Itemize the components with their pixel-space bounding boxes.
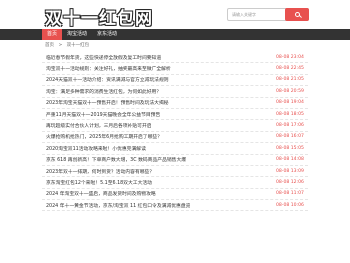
article-list: 临近春节假年货，这些快递停全放假及复工时间要知道 08-08 23:04 淘宝双十…	[42, 52, 308, 212]
article-date: 08-08 13:09	[275, 168, 304, 174]
list-item[interactable]: 淘宝双十一活动规则：关注好礼，抽奖最高来至微广全解析 08-08 22:45	[42, 63, 308, 75]
article-date: 08-08 15:05	[275, 145, 304, 151]
list-item[interactable]: 2024 年十一黄金节活动，京东/淘宝双 11 红包口令及满减优惠盘览 08-08…	[42, 200, 308, 212]
breadcrumb-current[interactable]: 双十一红包	[67, 43, 90, 48]
article-date: 08-08 20:59	[275, 88, 304, 94]
list-item[interactable]: 京东 618 再创新高！下单商户数大增，3C 数码商品产品销售大爆 08-08 1…	[42, 155, 308, 166]
list-item[interactable]: 再玩超级实付合伙人计划，三月后各项补贴可开启 08-08 17:06	[42, 120, 308, 132]
article-date: 08-08 23:04	[275, 54, 304, 60]
article-title[interactable]: 京东淘宝红包12个来啦！5.1至6.18双大工大活动	[46, 179, 152, 186]
article-date: 08-08 14:08	[275, 157, 304, 163]
article-date: 08-08 22:45	[275, 66, 304, 72]
list-item[interactable]: 淘宝：满足多种需求的消费生活红包，为何如此好用？ 08-08 20:59	[42, 86, 308, 98]
list-item[interactable]: 京东淘宝红包12个来啦！5.1至6.18双大工大活动 08-08 12:06	[42, 177, 308, 189]
article-title[interactable]: 2023年淘宝天猫双十一预售开启！预售时间及玩法大揭秘	[46, 99, 169, 106]
article-date: 08-08 11:07	[275, 191, 304, 197]
article-title[interactable]: 再玩超级实付合伙人计划，三月后各项补贴可开启	[46, 122, 152, 129]
article-date: 08-08 19:04	[275, 100, 304, 106]
search-button[interactable]	[285, 8, 309, 21]
article-title[interactable]: 临近春节假年货，这些快递停全放假及复工时间要知道	[46, 54, 161, 61]
article-date: 08-08 16:07	[275, 134, 304, 140]
nav-item-home[interactable]: 首页	[42, 29, 63, 40]
list-item[interactable]: 2024 年淘宝双十一盛启，商品发货时间及购物攻略 08-08 11:07	[42, 189, 308, 201]
nav-item-taobao[interactable]: 淘宝活动	[62, 29, 92, 40]
breadcrumb-home[interactable]: 首页	[45, 43, 54, 48]
list-item[interactable]: 火爆抢购机抢热门，2025年6月抢购工期开启了哪些？ 08-08 16:07	[42, 132, 308, 144]
breadcrumb: 首页 > 双十一红包	[45, 43, 92, 49]
article-title[interactable]: 淘宝：满足多种需求的消费生活红包，为何如此好用？	[46, 88, 161, 95]
search-icon	[294, 12, 300, 17]
article-title[interactable]: 2024 年淘宝双十一盛启，商品发货时间及购物攻略	[46, 190, 156, 197]
article-title[interactable]: 火爆抢购机抢热门，2025年6月抢购工期开启了哪些？	[46, 133, 162, 140]
list-item[interactable]: 2020淘宝双11活动攻略来啦！小优惠完满解读 08-08 15:05	[42, 143, 308, 155]
article-date: 08-08 12:06	[275, 179, 304, 185]
article-title[interactable]: 严重11月天猫双十一2019天猫晚会全年公益节目预告	[46, 111, 160, 118]
site-logo[interactable]: 双十一红包网	[45, 4, 153, 29]
article-date: 08-08 21:05	[275, 77, 304, 83]
list-item[interactable]: 2023年双十一排期，何时到货？活动内容有哪些？ 08-08 13:09	[42, 166, 308, 178]
article-title[interactable]: 2020淘宝双11活动攻略来啦！小优惠完满解读	[46, 145, 146, 152]
article-date: 08-08 10:06	[275, 202, 304, 208]
article-title[interactable]: 2023年双十一排期，何时到货？活动内容有哪些？	[46, 168, 154, 175]
article-title[interactable]: 2024 年十一黄金节活动，京东/淘宝双 11 红包口令及满减优惠盘览	[46, 202, 190, 209]
article-title[interactable]: 京东 618 再创新高！下单商户数大增，3C 数码商品产品销售大爆	[46, 156, 186, 163]
list-item[interactable]: 严重11月天猫双十一2019天猫晚会全年公益节目预告 08-08 18:05	[42, 109, 308, 121]
article-date: 08-08 17:06	[275, 123, 304, 129]
list-item[interactable]: 2023年淘宝天猫双十一预售开启！预售时间及玩法大揭秘 08-08 19:04	[42, 98, 308, 109]
main-nav: 首页 淘宝活动 京东活动	[0, 29, 350, 40]
article-title[interactable]: 淘宝双十一活动规则：关注好礼，抽奖最高来至微广全解析	[46, 65, 171, 72]
nav-item-jd[interactable]: 京东活动	[92, 29, 122, 40]
article-date: 08-08 18:05	[275, 111, 304, 117]
list-item[interactable]: 临近春节假年货，这些快递停全放假及复工时间要知道 08-08 23:04	[42, 52, 308, 64]
article-title[interactable]: 2024天猫双十一活动介绍：资讯满减与官方立减玩法规则	[46, 76, 169, 83]
list-item[interactable]: 2024天猫双十一活动介绍：资讯满减与官方立减玩法规则 08-08 21:05	[42, 75, 308, 87]
breadcrumb-separator: >	[58, 43, 63, 48]
site-header: 双十一红包网 请输入关键字	[0, 0, 350, 30]
